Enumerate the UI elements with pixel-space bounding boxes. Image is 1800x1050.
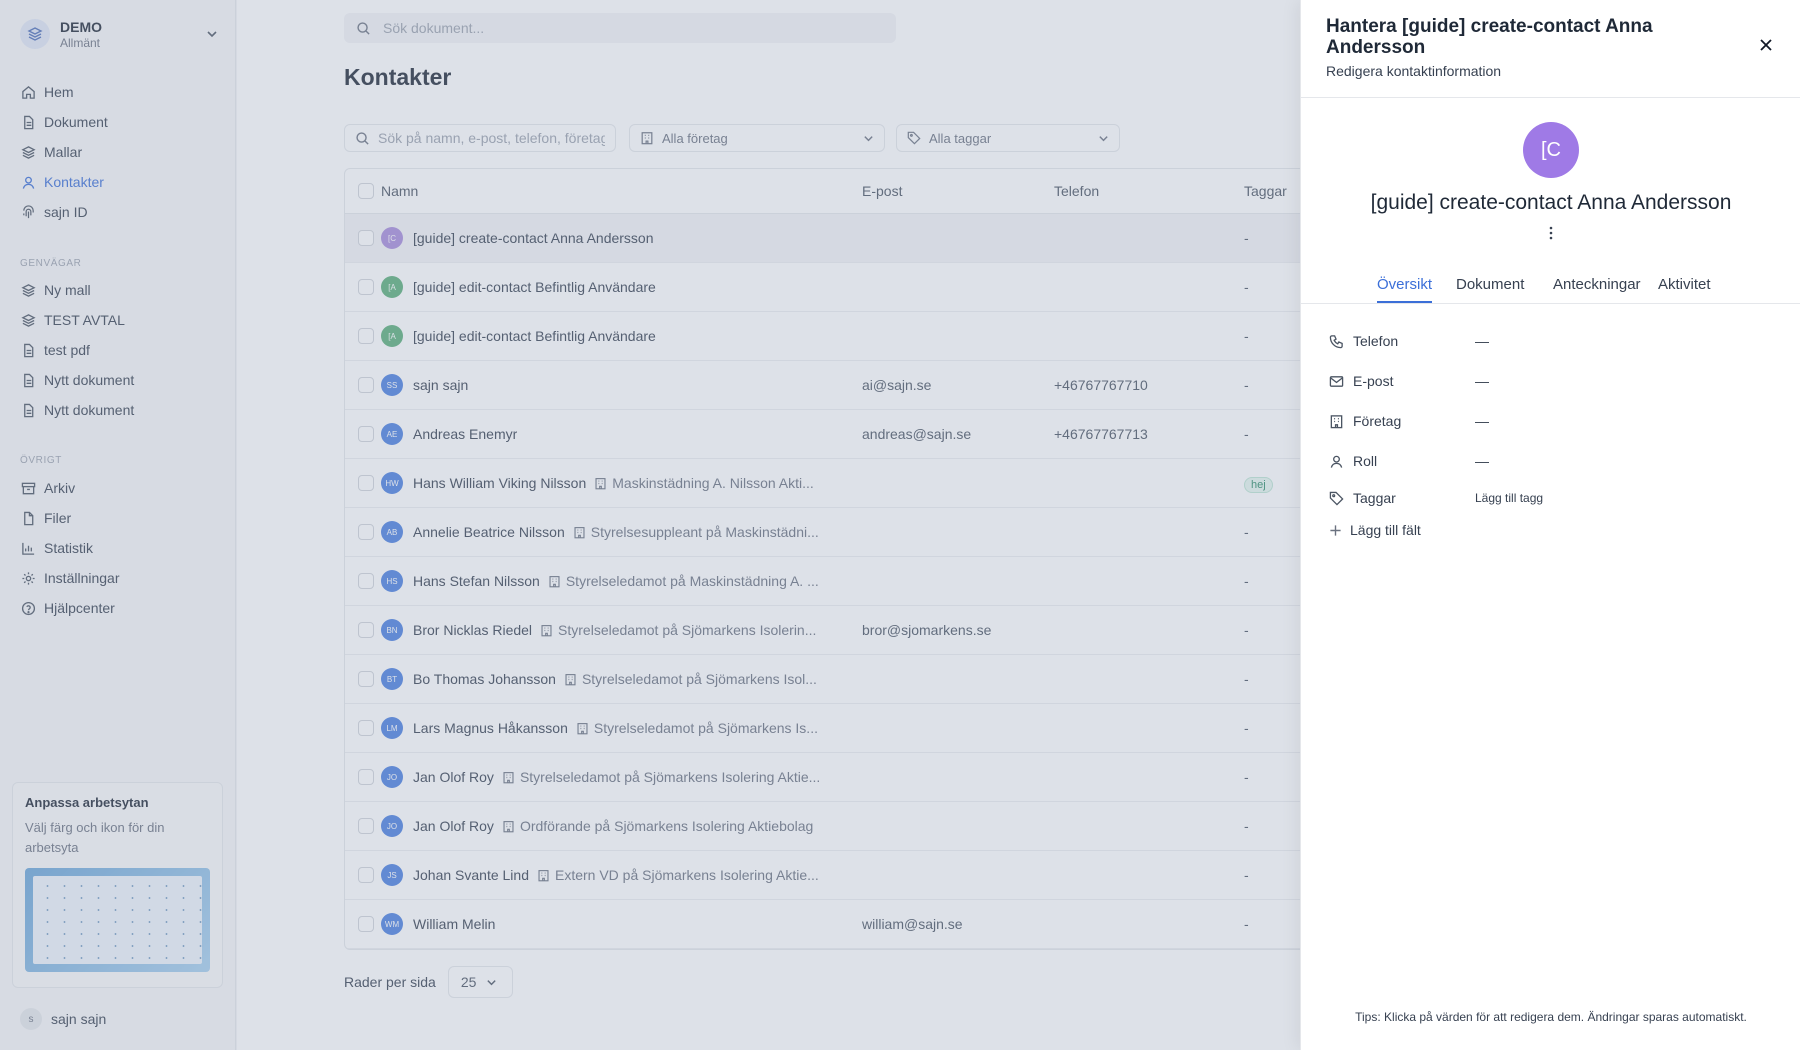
close-button[interactable] — [1759, 38, 1773, 52]
building-icon — [1329, 414, 1345, 429]
tab-activity[interactable]: Aktivitet — [1658, 276, 1711, 293]
divider — [1301, 97, 1800, 98]
phone-icon — [1329, 334, 1345, 349]
field-role: Roll — — [1329, 453, 1779, 469]
close-icon — [1759, 38, 1773, 52]
contact-detail-panel: Hantera [guide] create-contact Anna Ande… — [1300, 0, 1800, 1050]
plus-icon — [1329, 524, 1342, 537]
add-tag-button[interactable]: Lägg till tagg — [1475, 491, 1543, 505]
contact-name: [guide] create-contact Anna Andersson — [1370, 191, 1732, 214]
field-company: Företag — — [1329, 413, 1779, 429]
field-label: Företag — [1353, 413, 1402, 429]
modal-backdrop[interactable] — [0, 0, 1300, 1050]
user-icon — [1329, 454, 1345, 469]
field-value[interactable]: — — [1475, 413, 1489, 429]
tab-overview[interactable]: Översikt — [1377, 276, 1432, 293]
panel-tabs: Översikt Dokument Anteckningar Aktivitet — [1301, 272, 1800, 304]
field-label: Telefon — [1353, 333, 1399, 349]
panel-subtitle: Redigera kontaktinformation — [1326, 63, 1502, 79]
tab-notes[interactable]: Anteckningar — [1553, 276, 1641, 293]
active-tab-indicator — [1377, 301, 1432, 303]
field-value[interactable]: — — [1475, 453, 1489, 469]
field-email: E-post — — [1329, 373, 1779, 389]
kebab-icon — [1544, 225, 1558, 241]
tip-text: Tips: Klicka på värden för att redigera … — [1355, 1010, 1747, 1024]
field-label: E-post — [1353, 373, 1394, 389]
field-label: Taggar — [1353, 490, 1396, 506]
more-options-button[interactable] — [1544, 225, 1558, 241]
tag-icon — [1329, 491, 1345, 506]
avatar: [C — [1523, 122, 1579, 178]
tab-documents[interactable]: Dokument — [1456, 276, 1524, 293]
field-tags: Taggar Lägg till tagg — [1329, 490, 1779, 506]
field-label: Roll — [1353, 453, 1378, 469]
add-field-button[interactable]: Lägg till fält — [1329, 522, 1421, 538]
field-value[interactable]: — — [1475, 373, 1489, 389]
panel-title: Hantera [guide] create-contact Anna Ande… — [1326, 16, 1653, 58]
field-phone: Telefon — — [1329, 333, 1779, 349]
field-value[interactable]: — — [1475, 333, 1489, 349]
add-field-label: Lägg till fält — [1350, 522, 1421, 538]
mail-icon — [1329, 374, 1345, 389]
